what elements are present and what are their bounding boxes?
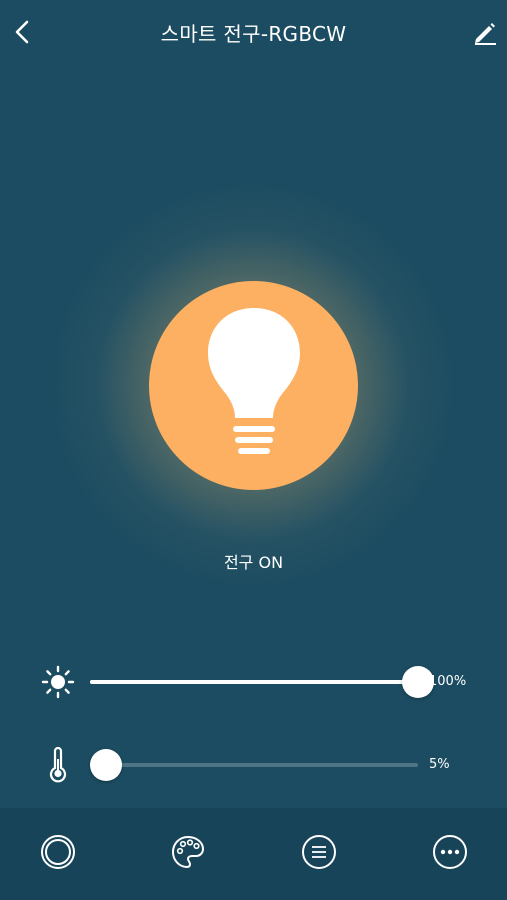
temperature-slider-thumb[interactable]: [90, 749, 123, 781]
sun-icon: [40, 664, 76, 700]
pencil-icon: [472, 19, 498, 49]
header: 스마트 전구-RGBCW: [0, 0, 507, 68]
bulb-status-text: 전구 ON: [223, 553, 284, 572]
tab-scene[interactable]: [301, 834, 337, 874]
more-dots-icon: [432, 834, 468, 874]
temperature-slider-row: 5%: [0, 743, 507, 787]
palette-icon: [170, 834, 206, 874]
temperature-value: 5%: [429, 757, 450, 772]
bottom-tab-bar: [0, 808, 507, 900]
bulb-power-button[interactable]: [149, 281, 358, 490]
temperature-slider-track[interactable]: [90, 749, 418, 781]
page-title: 스마트 전구-RGBCW: [160, 22, 347, 46]
brightness-slider-fill: [90, 680, 418, 684]
list-circle-icon: [301, 834, 337, 874]
brightness-slider-track[interactable]: [90, 666, 434, 698]
thermometer-icon: [40, 747, 76, 783]
brightness-slider-row: 100%: [0, 660, 507, 704]
lightbulb-icon: [204, 304, 304, 468]
tab-power[interactable]: [40, 834, 76, 874]
light-control-screen: 스마트 전구-RGBCW 전구 ON 100% 5%: [0, 0, 507, 900]
tab-color[interactable]: [170, 834, 206, 874]
edit-button[interactable]: [471, 16, 499, 52]
back-button[interactable]: [8, 16, 36, 52]
chevron-left-icon: [13, 19, 31, 49]
brightness-value: 100%: [429, 674, 467, 689]
tab-more[interactable]: [432, 834, 468, 874]
circle-ring-icon: [40, 834, 76, 874]
